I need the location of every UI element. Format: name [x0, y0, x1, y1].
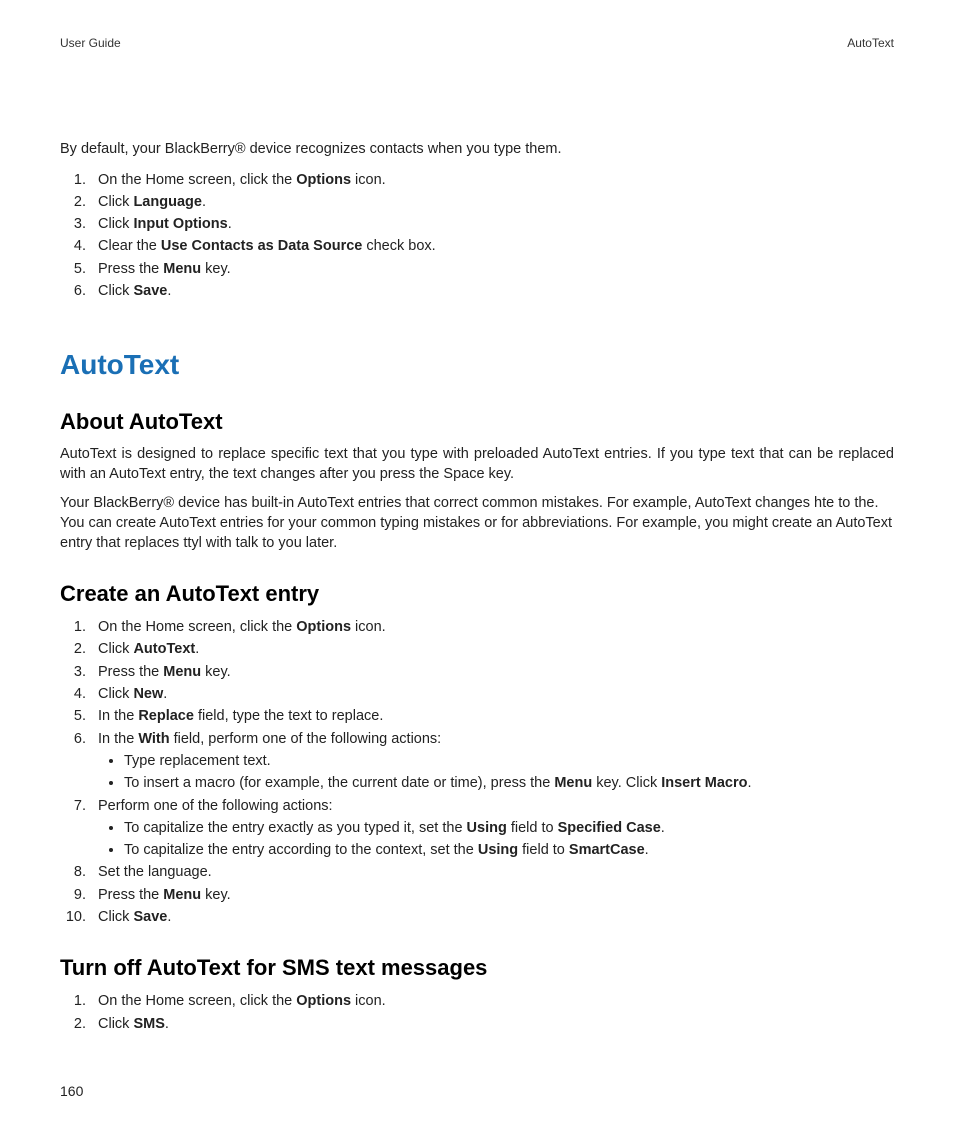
steps-turnoff: On the Home screen, click the Options ic… — [60, 991, 894, 1034]
list-item: Click Save. — [90, 907, 894, 927]
section-title-autotext: AutoText — [60, 349, 894, 381]
intro-paragraph: By default, your BlackBerry® device reco… — [60, 140, 894, 160]
list-item: To capitalize the entry exactly as you t… — [124, 818, 894, 838]
list-item: Clear the Use Contacts as Data Source ch… — [90, 236, 894, 256]
list-item: Click Save. — [90, 281, 894, 301]
list-item: On the Home screen, click the Options ic… — [90, 617, 894, 637]
header-right: AutoText — [847, 36, 894, 50]
header-left: User Guide — [60, 36, 121, 50]
running-header: User Guide AutoText — [60, 36, 894, 50]
list-item: Type replacement text. — [124, 751, 894, 771]
heading-create-entry: Create an AutoText entry — [60, 581, 894, 607]
list-item: Press the Menu key. — [90, 885, 894, 905]
heading-about-autotext: About AutoText — [60, 409, 894, 435]
page-number: 160 — [60, 1083, 83, 1099]
list-item: To insert a macro (for example, the curr… — [124, 773, 894, 793]
list-item: On the Home screen, click the Options ic… — [90, 991, 894, 1011]
heading-turnoff-sms: Turn off AutoText for SMS text messages — [60, 955, 894, 981]
list-item: Click Language. — [90, 192, 894, 212]
steps-create: On the Home screen, click the Options ic… — [60, 617, 894, 927]
list-item: Perform one of the following actions: To… — [90, 796, 894, 861]
list-item: Click SMS. — [90, 1014, 894, 1034]
list-item: Click Input Options. — [90, 214, 894, 234]
list-item: Press the Menu key. — [90, 662, 894, 682]
list-item: Click AutoText. — [90, 639, 894, 659]
document-page: User Guide AutoText By default, your Bla… — [0, 0, 954, 1145]
list-item: In the With field, perform one of the fo… — [90, 729, 894, 794]
list-item: Click New. — [90, 684, 894, 704]
list-item: Set the language. — [90, 862, 894, 882]
list-item: Press the Menu key. — [90, 259, 894, 279]
sub-bullets: To capitalize the entry exactly as you t… — [98, 818, 894, 861]
list-item: On the Home screen, click the Options ic… — [90, 170, 894, 190]
sub-bullets: Type replacement text. To insert a macro… — [98, 751, 894, 794]
list-item: To capitalize the entry according to the… — [124, 840, 894, 860]
list-item: In the Replace field, type the text to r… — [90, 706, 894, 726]
steps-top: On the Home screen, click the Options ic… — [60, 170, 894, 302]
about-paragraph-2: Your BlackBerry® device has built-in Aut… — [60, 494, 894, 553]
about-paragraph-1: AutoText is designed to replace specific… — [60, 445, 894, 484]
